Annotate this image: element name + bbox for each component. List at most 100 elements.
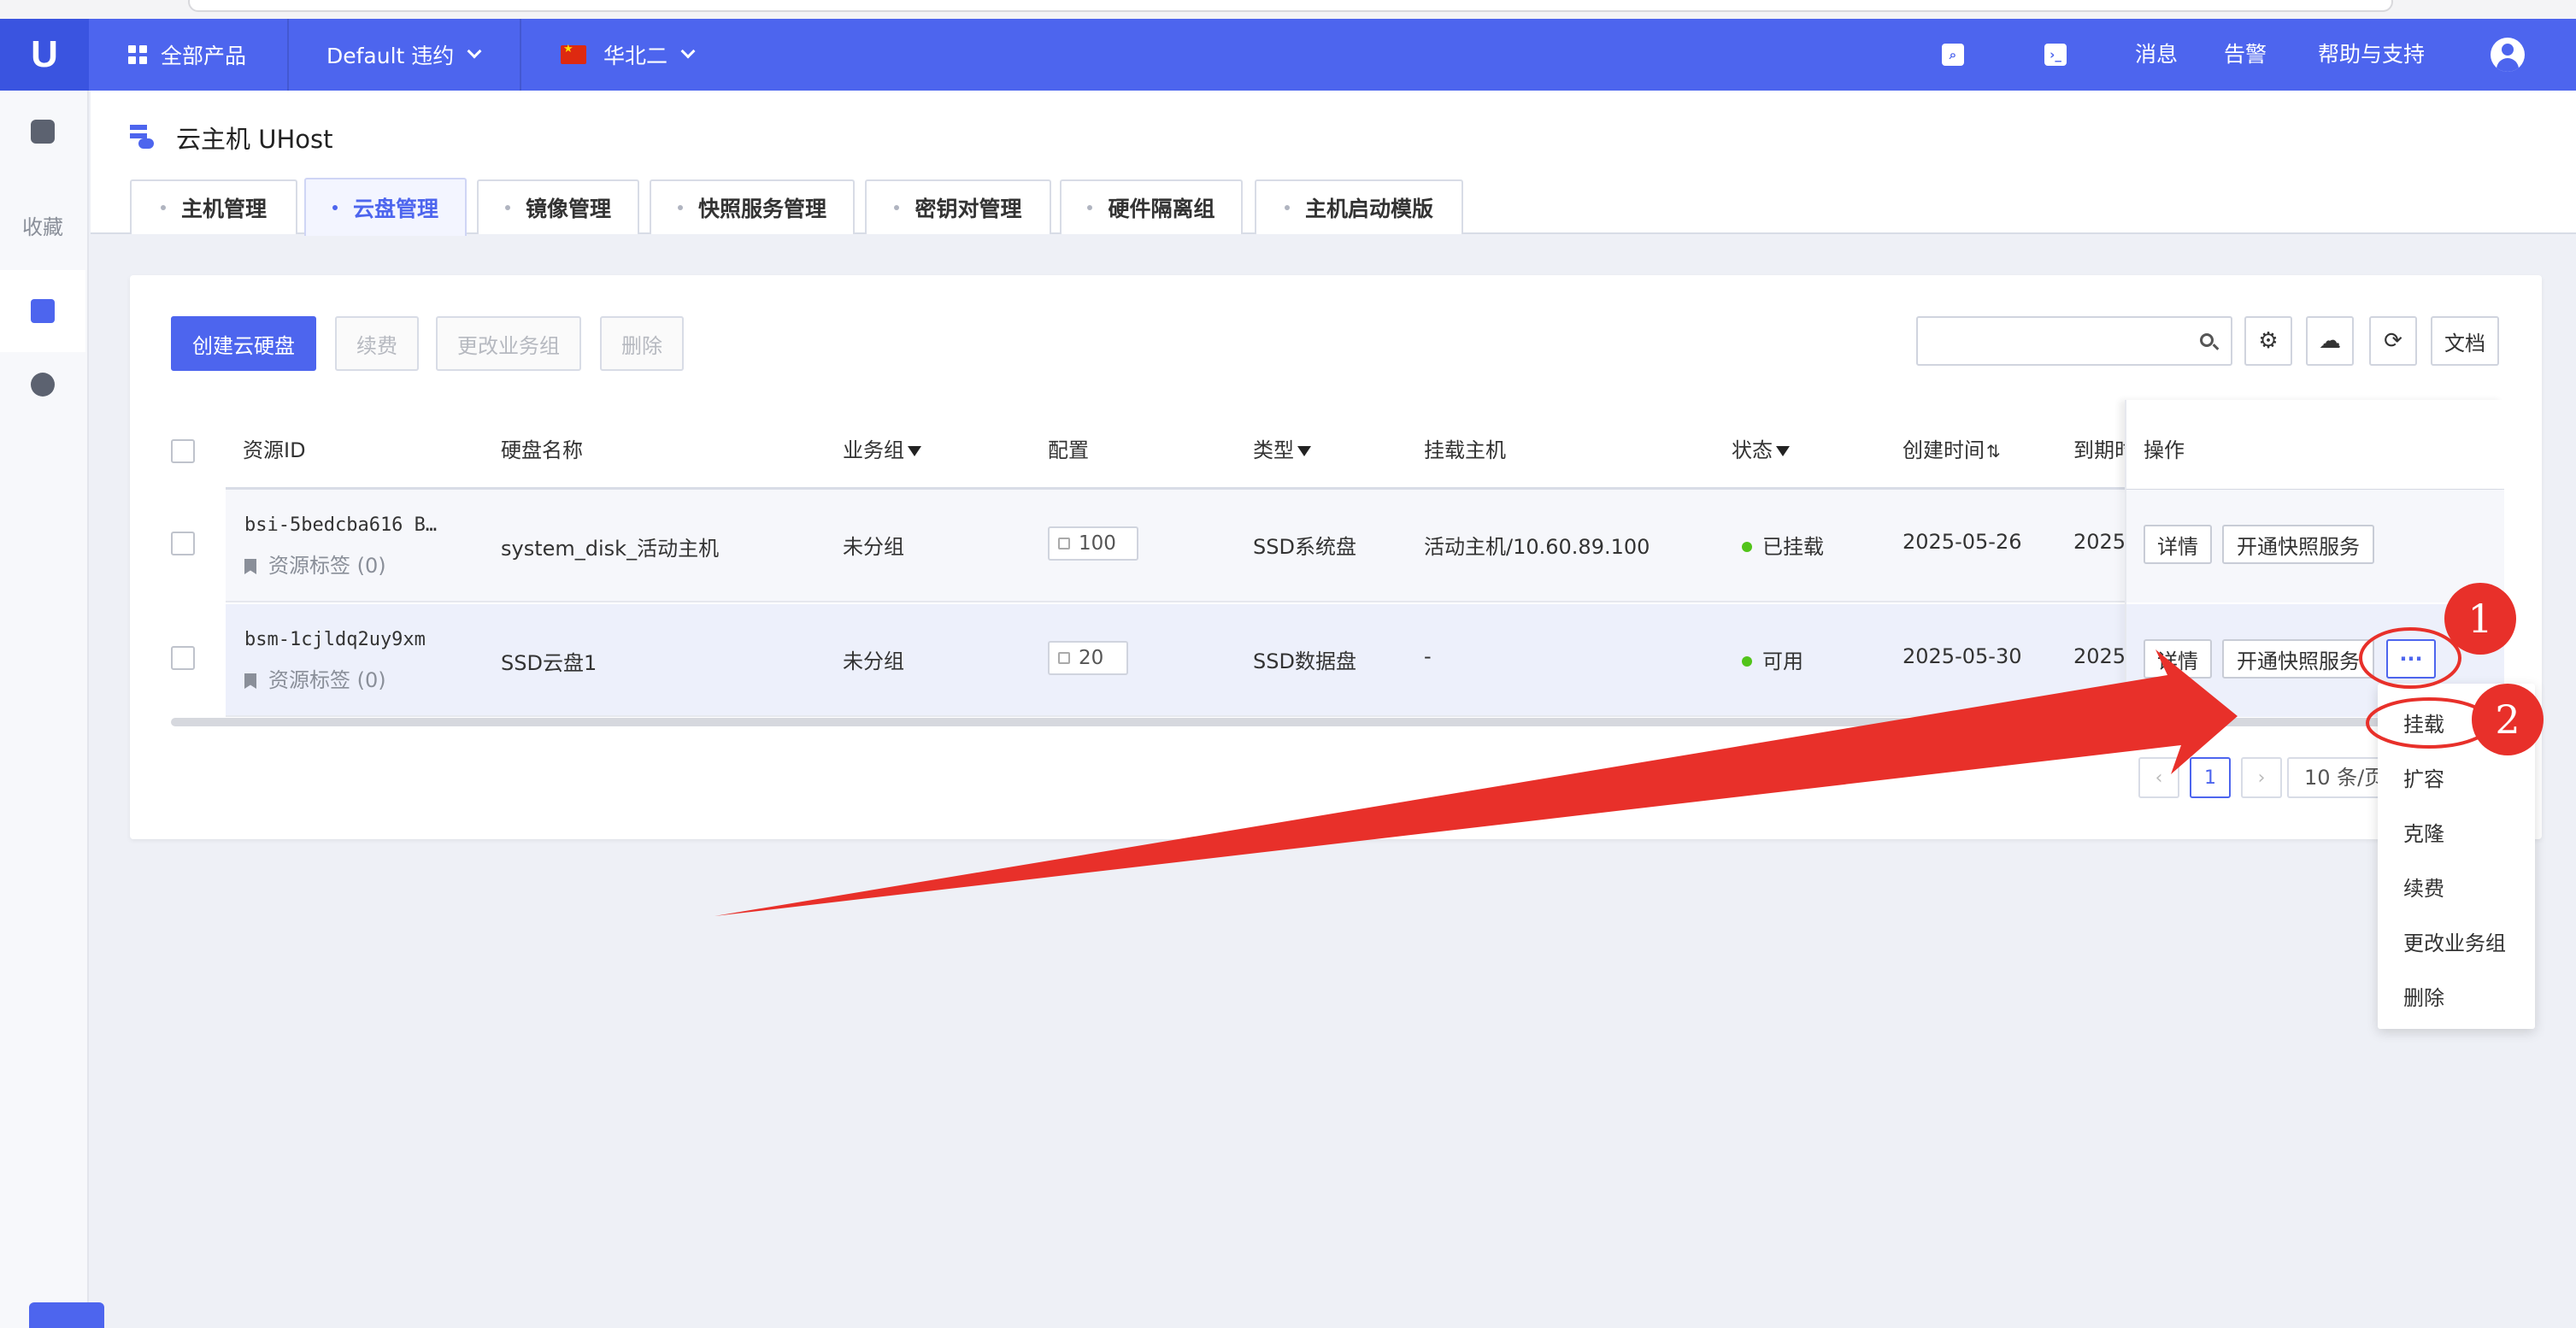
app-root: U 全部产品 Default 违约 华北二 ⌕ ›_ 消息 告警 帮助与支持 收…	[0, 0, 2576, 1328]
row-checkbox[interactable]	[171, 646, 195, 670]
disk-name: system_disk_活动主机	[501, 537, 720, 561]
menu-item-expand[interactable]: 扩容	[2403, 762, 2444, 792]
page-header: 云主机 UHost 主机管理 云盘管理 镜像管理 快照服务管理 密钥对管理 硬件…	[91, 91, 2576, 236]
renew-button[interactable]: 续费	[335, 316, 419, 371]
search-icon[interactable]: ⌕	[1942, 44, 1964, 66]
browser-url-bar[interactable]	[188, 0, 2393, 12]
tab-image-management[interactable]: 镜像管理	[477, 179, 639, 234]
messages-link[interactable]: 消息	[2135, 19, 2178, 91]
settings-gear-icon[interactable]: ⚙	[2244, 316, 2292, 366]
col-config: 配置	[1048, 438, 1089, 462]
more-actions-button[interactable]: ···	[2386, 639, 2436, 679]
menu-item-renew[interactable]: 续费	[2403, 872, 2444, 902]
resource-tag-label: 资源标签 (0)	[268, 668, 386, 692]
row-checkbox[interactable]	[171, 532, 195, 555]
filter-icon[interactable]	[1297, 446, 1311, 456]
mount-host: -	[1424, 644, 1432, 668]
col-created-time[interactable]: 创建时间 ⇅	[1903, 429, 2001, 472]
enable-snapshot-button[interactable]: 开通快照服务	[2222, 525, 2374, 564]
config-badge: 20	[1048, 641, 1128, 675]
region-selector[interactable]: 华北二	[561, 19, 696, 91]
chevron-down-icon	[467, 44, 482, 59]
resource-id[interactable]: bsi-5bedcba616 B…	[244, 514, 437, 536]
disk-type: SSD数据盘	[1253, 649, 1356, 673]
delete-button[interactable]: 删除	[600, 316, 684, 371]
project-label: Default 违约	[326, 44, 455, 68]
chevron-down-icon	[680, 44, 696, 59]
enable-snapshot-button[interactable]: 开通快照服务	[2222, 639, 2374, 679]
resource-tag[interactable]: 资源标签 (0)	[244, 663, 386, 693]
status-label: 已挂载	[1762, 535, 1824, 559]
tab-snapshot-service[interactable]: 快照服务管理	[650, 179, 855, 234]
sidebar-monitor-icon[interactable]	[0, 106, 85, 157]
cloud-download-icon[interactable]: ☁	[2306, 316, 2354, 366]
menu-item-mount[interactable]: 挂载	[2403, 708, 2444, 737]
menu-item-clone[interactable]: 克隆	[2403, 817, 2444, 847]
detail-button[interactable]: 详情	[2144, 525, 2212, 564]
tab-launch-template[interactable]: 主机启动模版	[1255, 179, 1463, 234]
col-operations: 操作	[2144, 438, 2185, 462]
left-sidebar: 收藏	[0, 91, 89, 1328]
col-resource-id: 资源ID	[243, 438, 306, 462]
docs-button[interactable]: 文档	[2431, 316, 2499, 366]
pager-next-button[interactable]: ›	[2241, 757, 2282, 798]
page-title: 云主机 UHost	[176, 125, 333, 154]
filter-icon[interactable]	[1776, 446, 1790, 456]
change-group-button[interactable]: 更改业务组	[436, 316, 581, 371]
pager-prev-button[interactable]: ‹	[2138, 757, 2179, 798]
sidebar-expand-button[interactable]	[29, 1302, 104, 1328]
menu-item-change-group[interactable]: 更改业务组	[2403, 926, 2506, 956]
col-type[interactable]: 类型	[1253, 429, 1311, 472]
sidebar-uhost-icon[interactable]	[0, 270, 85, 352]
user-avatar-icon[interactable]	[2491, 38, 2525, 72]
disk-name: SSD云盘1	[501, 651, 597, 675]
col-business-group[interactable]: 业务组	[843, 429, 921, 472]
tab-isolation-group[interactable]: 硬件隔离组	[1060, 179, 1243, 234]
disk-icon	[1058, 538, 1070, 549]
uhost-icon	[130, 125, 154, 149]
alerts-link[interactable]: 告警	[2224, 19, 2267, 91]
resource-id[interactable]: bsm-1cjldq2uy9xm	[244, 629, 426, 650]
created-time: 2025-05-30	[1903, 644, 2022, 668]
help-link[interactable]: 帮助与支持	[2318, 19, 2425, 91]
col-status-label: 状态	[1732, 438, 1773, 462]
col-status[interactable]: 状态	[1732, 429, 1790, 472]
all-products-button[interactable]: 全部产品	[128, 19, 246, 91]
created-time: 2025-05-26	[1903, 530, 2022, 554]
business-group: 未分组	[843, 649, 904, 673]
create-disk-button[interactable]: 创建云硬盘	[171, 316, 316, 371]
filter-icon[interactable]	[908, 446, 921, 456]
ucloud-logo[interactable]: U	[0, 19, 89, 91]
sort-icon[interactable]: ⇅	[1986, 441, 2001, 461]
refresh-icon[interactable]: ⟳	[2369, 316, 2417, 366]
search-input[interactable]	[1916, 316, 2232, 366]
resource-tag[interactable]: 资源标签 (0)	[244, 549, 386, 579]
sidebar-favorites-label[interactable]: 收藏	[0, 210, 85, 240]
tab-host-management[interactable]: 主机管理	[130, 179, 297, 234]
browser-strip	[0, 0, 2576, 19]
tab-keypair-management[interactable]: 密钥对管理	[865, 179, 1051, 234]
terminal-icon[interactable]: ›_	[2044, 44, 2067, 66]
sidebar-network-icon[interactable]	[0, 359, 85, 410]
nav-divider	[287, 19, 289, 91]
search-icon	[2200, 333, 2214, 347]
config-value: 100	[1079, 532, 1116, 555]
nav-divider	[520, 19, 521, 91]
business-group: 未分组	[843, 535, 904, 559]
mount-host[interactable]: 活动主机/10.60.89.100	[1424, 530, 1650, 560]
menu-item-delete[interactable]: 删除	[2403, 981, 2444, 1011]
col-type-label: 类型	[1253, 438, 1294, 462]
detail-button[interactable]: 详情	[2144, 639, 2212, 679]
pager-page-button[interactable]: 1	[2190, 757, 2231, 798]
tab-disk-management[interactable]: 云盘管理	[304, 178, 467, 236]
top-nav: U 全部产品 Default 违约 华北二 ⌕ ›_ 消息 告警 帮助与支持	[0, 19, 2576, 91]
project-selector[interactable]: Default 违约	[326, 19, 482, 91]
horizontal-scrollbar[interactable]	[171, 718, 2513, 726]
col-disk-name: 硬盘名称	[501, 438, 583, 462]
select-all-checkbox[interactable]	[171, 439, 195, 463]
resource-tag-label: 资源标签 (0)	[268, 554, 386, 578]
status-label: 可用	[1762, 649, 1803, 673]
config-badge: 100	[1048, 526, 1138, 561]
col-mount-host: 挂载主机	[1424, 438, 1506, 462]
disk-type: SSD系统盘	[1253, 535, 1356, 559]
